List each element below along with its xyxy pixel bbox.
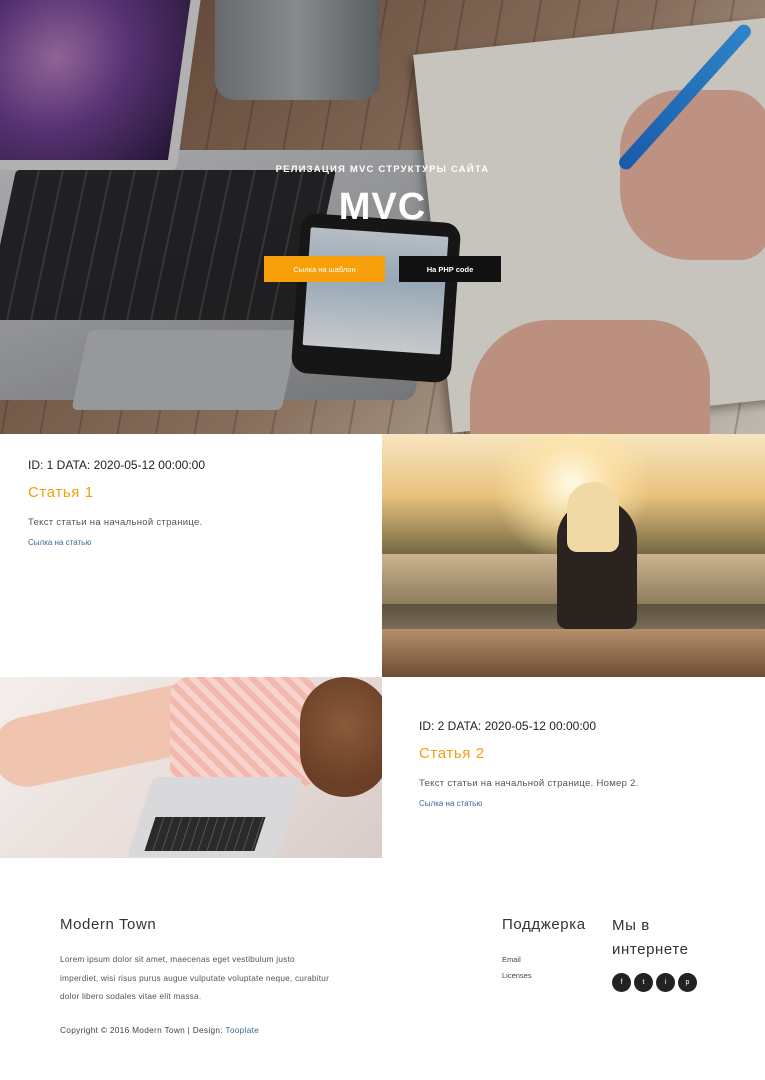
footer-description: Lorem ipsum dolor sit amet, maecenas ege…: [60, 954, 330, 1001]
article-1-image: [382, 434, 765, 677]
social-heading: Мы в интернете: [612, 917, 689, 958]
hero-banner: РЕЛИЗАЦИЯ MVC СТРУКТУРЫ САЙТА MVC Сылка …: [0, 0, 765, 434]
footer-copyright: Copyright © 2016 Modern Town | Design: T…: [60, 1025, 259, 1035]
email-link[interactable]: Email: [502, 952, 532, 968]
girl-hair: [567, 482, 619, 552]
copyright-text: Copyright © 2016 Modern Town | Design:: [60, 1025, 226, 1035]
php-code-button[interactable]: На PHP code: [399, 256, 501, 282]
article-link[interactable]: Сылка на статью: [28, 538, 205, 547]
pinterest-icon[interactable]: p: [678, 973, 697, 992]
facebook-icon[interactable]: f: [612, 973, 631, 992]
template-link-button[interactable]: Сылка на шаблон: [264, 256, 385, 282]
article-link[interactable]: Сылка на статью: [419, 799, 639, 808]
article-excerpt: Текст статьи на начальной странице.: [28, 517, 203, 528]
article-2: ID: 2 DATA: 2020-05-12 00:00:00 Статья 2…: [419, 719, 639, 808]
support-links: Email Licenses: [502, 952, 532, 984]
licenses-link[interactable]: Licenses: [502, 968, 532, 984]
article-title[interactable]: Статья 1: [28, 484, 205, 501]
article-1: ID: 1 DATA: 2020-05-12 00:00:00 Статья 1…: [28, 458, 205, 547]
hero-subtitle: РЕЛИЗАЦИЯ MVC СТРУКТУРЫ САЙТА: [275, 164, 490, 175]
support-heading: Подджерка: [502, 916, 586, 933]
shirt: [170, 677, 320, 787]
twitter-icon[interactable]: t: [634, 973, 653, 992]
hero-title: MVC: [338, 186, 427, 228]
social-icons: f t i p: [612, 973, 697, 992]
article-2-image: [0, 677, 382, 858]
article-excerpt: Текст статьи на начальной странице. Номе…: [419, 778, 639, 789]
article-meta: ID: 1 DATA: 2020-05-12 00:00:00: [28, 458, 205, 472]
tooplate-link[interactable]: Tooplate: [225, 1025, 259, 1035]
footer-brand: Modern Town: [60, 916, 157, 933]
teddy-bear: [300, 677, 382, 797]
article-meta: ID: 2 DATA: 2020-05-12 00:00:00: [419, 719, 596, 733]
laptop-keys: [144, 817, 266, 851]
article-title[interactable]: Статья 2: [419, 745, 639, 762]
instagram-icon[interactable]: i: [656, 973, 675, 992]
ground: [382, 629, 765, 677]
